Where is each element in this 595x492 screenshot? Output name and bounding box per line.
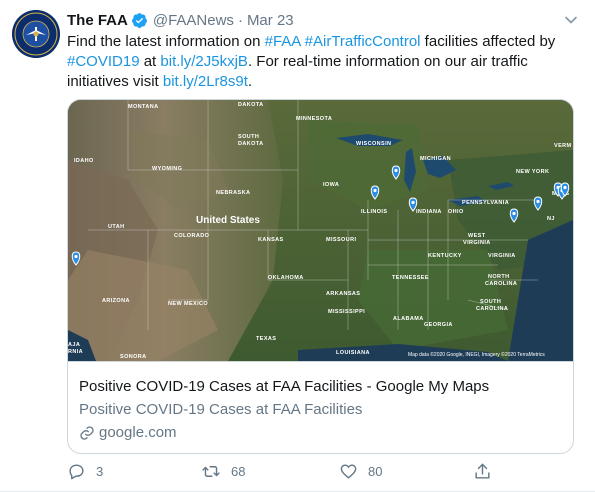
svg-text:INDIANA: INDIANA [416,209,442,215]
svg-text:PENNSYLVANIA: PENNSYLVANIA [462,200,509,206]
svg-text:ARKANSAS: ARKANSAS [326,291,360,297]
svg-text:SOUTH: SOUTH [480,299,501,305]
svg-text:MONTANA: MONTANA [128,104,159,110]
svg-text:NEW YORK: NEW YORK [516,169,549,175]
svg-text:United States: United States [196,215,260,226]
like-count: 80 [368,463,383,479]
svg-text:GEORGIA: GEORGIA [424,322,453,328]
verified-badge-icon [131,12,147,28]
svg-text:RNIA: RNIA [68,349,83,355]
map-svg: MONTANA DAKOTA MINNESOTA SOUTH DAKOTA WI… [68,100,573,361]
svg-text:CAROLINA: CAROLINA [476,306,508,312]
card-info[interactable]: Positive COVID-19 Cases at FAA Facilitie… [68,361,573,453]
svg-text:ILLINOIS: ILLINOIS [361,209,387,215]
svg-text:COLORADO: COLORADO [174,233,210,239]
map-pin-dot [74,254,78,259]
tweet-actions: 3 68 80 [67,460,537,482]
map-pin-dot [394,168,398,173]
svg-text:OKLAHOMA: OKLAHOMA [268,275,304,281]
card-domain: google.com [79,424,177,441]
tweet-text-segment: Find the latest information on [67,33,265,50]
tweet-text-segment: at [139,53,161,70]
svg-text:MISSISSIPPI: MISSISSIPPI [328,309,365,315]
retweet-icon [202,465,220,477]
svg-text:MICHIGAN: MICHIGAN [420,156,451,162]
svg-text:DAKOTA: DAKOTA [238,102,264,108]
chevron-down-icon[interactable] [561,10,581,30]
like-button[interactable]: 80 [339,460,382,482]
svg-text:NJ: NJ [547,216,555,222]
author-name[interactable]: The FAA [67,12,128,29]
svg-text:MINNESOTA: MINNESOTA [296,116,332,122]
avatar[interactable] [12,10,60,58]
svg-text:UTAH: UTAH [108,224,124,230]
svg-text:NORTH: NORTH [488,274,510,280]
faa-seal-icon [12,10,60,58]
header-separator: · [237,11,243,29]
svg-text:IOWA: IOWA [323,182,339,188]
svg-text:NEW MEXICO: NEW MEXICO [168,301,208,307]
svg-text:AJA: AJA [68,342,80,348]
svg-text:ALABAMA: ALABAMA [393,316,424,322]
svg-text:TEXAS: TEXAS [256,336,276,342]
hashtag-link[interactable]: #AirTrafficControl [305,33,421,50]
svg-text:VIRGINIA: VIRGINIA [463,240,491,246]
svg-text:ARIZONA: ARIZONA [102,298,130,304]
svg-text:IDAHO: IDAHO [74,158,94,164]
card-domain-text: google.com [99,424,177,441]
url-link[interactable]: bit.ly/2Lr8s9t [163,73,248,90]
url-link[interactable]: bit.ly/2J5kxjB [160,53,248,70]
retweet-button[interactable]: 68 [201,460,245,482]
retweet-count: 68 [231,463,246,479]
map-pin-dot [373,188,377,193]
link-icon [80,425,94,440]
tweet-date[interactable]: Mar 23 [247,12,294,29]
hashtag-link[interactable]: #COVID19 [67,53,140,70]
tweet-text-segment: facilities affected by [420,33,556,50]
heart-icon [340,463,357,479]
svg-text:MISSOURI: MISSOURI [326,237,356,243]
svg-text:NEBRASKA: NEBRASKA [216,190,250,196]
svg-text:SOUTH: SOUTH [238,134,259,140]
svg-text:WEST: WEST [468,233,486,239]
share-icon [475,463,490,479]
svg-text:SONORA: SONORA [120,354,147,360]
svg-text:OHIO: OHIO [448,209,464,215]
tweet-header: The FAA @FAANews · Mar 23 [67,10,294,30]
svg-text:VIRGINIA: VIRGINIA [488,253,516,259]
card-title: Positive COVID-19 Cases at FAA Facilitie… [79,378,490,395]
reply-icon [69,463,84,479]
link-card[interactable]: MONTANA DAKOTA MINNESOTA SOUTH DAKOTA WI… [67,99,574,454]
svg-text:DAKOTA: DAKOTA [238,141,264,147]
map-pin-dot [536,199,540,204]
tweet-text-segment: . [247,73,253,90]
tweet[interactable]: The FAA @FAANews · Mar 23 Find the lates… [0,0,595,492]
map-image: MONTANA DAKOTA MINNESOTA SOUTH DAKOTA WI… [68,100,573,361]
tweet-text: Find the latest information on #FAA #Air… [67,32,575,92]
reply-button[interactable]: 3 [67,460,103,482]
share-button[interactable] [473,460,502,482]
svg-text:KANSAS: KANSAS [258,237,284,243]
map-pin-dot [563,185,567,190]
svg-text:KENTUCKY: KENTUCKY [428,253,462,259]
svg-text:CAROLINA: CAROLINA [485,281,517,287]
author-handle[interactable]: @FAANews [153,12,234,29]
svg-text:VERM: VERM [554,143,572,149]
map-pin-dot [411,200,415,205]
svg-text:Map data ©2020 Google, INEGI,: Map data ©2020 Google, INEGI, Imagery ©2… [408,351,545,358]
map-pin-dot [512,211,516,216]
svg-text:TENNESSEE: TENNESSEE [392,275,429,281]
svg-text:WYOMING: WYOMING [152,166,182,172]
svg-text:WISCONSIN: WISCONSIN [356,141,391,147]
reply-count: 3 [96,463,104,479]
hashtag-link[interactable]: #FAA [265,33,301,50]
svg-text:LOUISIANA: LOUISIANA [336,350,370,356]
card-description: Positive COVID-19 Cases at FAA Facilitie… [79,401,363,418]
